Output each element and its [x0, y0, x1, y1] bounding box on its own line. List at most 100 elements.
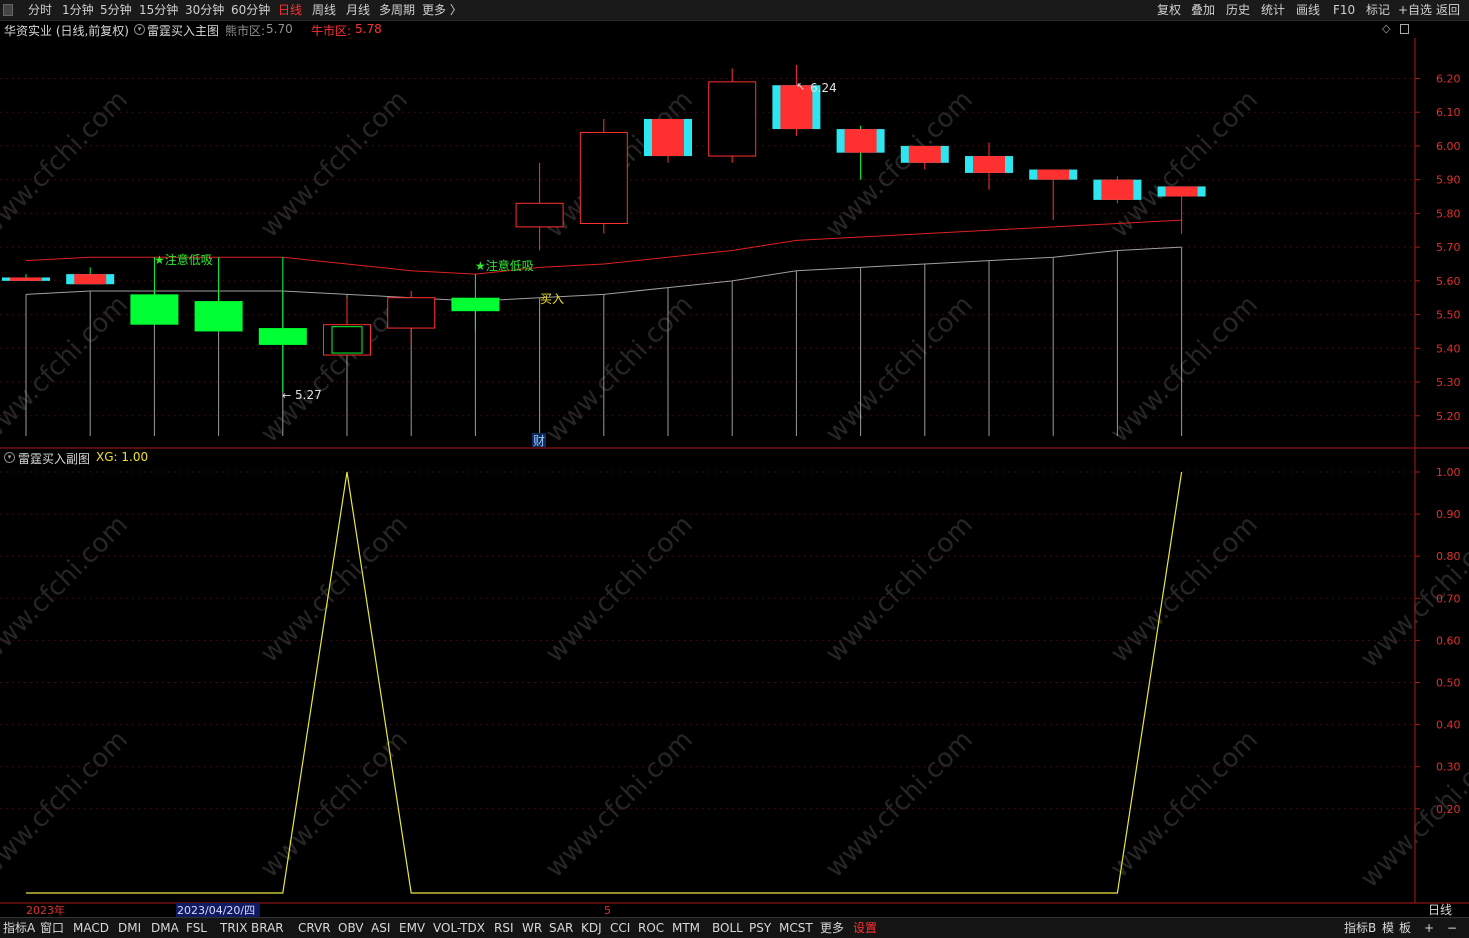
main-ytick-label: 5.60: [1436, 275, 1461, 288]
candle[interactable]: [965, 142, 1013, 436]
candle-body: [258, 328, 307, 345]
candle-body: [194, 301, 243, 332]
indicator-tab-cci[interactable]: CCI: [610, 920, 630, 936]
watermark-text: www.cfchi.com: [820, 725, 979, 884]
candle-body: [579, 131, 628, 225]
indicator-tab-trix[interactable]: TRIX: [220, 920, 247, 936]
sub-ytick-label: 0.90: [1436, 508, 1461, 521]
bottom-right-tab[interactable]: 模: [1382, 920, 1394, 936]
watermark-text: www.cfchi.com: [0, 290, 134, 449]
candle[interactable]: [900, 145, 949, 436]
sub-ytick-label: 0.50: [1436, 677, 1461, 690]
sub-ytick-label: 0.60: [1436, 634, 1461, 647]
signal-label: ★注意低吸: [154, 252, 213, 267]
main-ytick-label: 5.50: [1436, 309, 1461, 322]
watermark-text: www.cfchi.com: [255, 510, 414, 669]
low-price-label: 5.27: [295, 388, 322, 402]
watermark-text: www.cfchi.com: [540, 290, 699, 449]
candle-body: [844, 129, 877, 153]
candle-body: [74, 274, 107, 285]
indicator-tab-brar[interactable]: BRAR: [251, 920, 284, 936]
high-arrow-icon: ↖: [796, 80, 805, 93]
x-year-label: 2023年: [26, 903, 65, 917]
watermark-text: www.cfchi.com: [1105, 290, 1264, 449]
candle-body: [973, 156, 1005, 173]
indicator-tab-psy[interactable]: PSY: [749, 920, 771, 936]
signal-label: ★注意低吸: [475, 258, 534, 273]
bottom-right-tab[interactable]: 指标B: [1344, 920, 1376, 936]
sub-ytick-label: 0.40: [1436, 719, 1461, 732]
watermark-text: www.cfchi.com: [820, 290, 979, 449]
watermark-text: www.cfchi.com: [0, 85, 134, 244]
main-ytick-label: 5.70: [1436, 241, 1461, 254]
cursor-date-label: 2023/04/20/四: [177, 904, 255, 917]
kline-chart[interactable]: www.cfchi.com www.cfchi.com www.cfchi.com w…: [0, 0, 1469, 917]
indicator-tab-roc[interactable]: ROC: [638, 920, 664, 936]
window-tab[interactable]: 窗口: [40, 920, 64, 936]
indicator-tab-更多[interactable]: 更多: [820, 920, 844, 936]
watermark-text: www.cfchi.com: [540, 725, 699, 884]
indicator-tab-dmi[interactable]: DMI: [118, 920, 141, 936]
candle[interactable]: [1029, 169, 1078, 436]
candle-body: [652, 118, 684, 157]
indicator-tab-asi[interactable]: ASI: [371, 920, 390, 936]
main-ytick-label: 5.90: [1436, 174, 1461, 187]
candle[interactable]: [194, 257, 243, 436]
watermark-text: www.cfchi.com: [1105, 725, 1264, 884]
candle-body: [1165, 186, 1198, 197]
candle-body: [130, 294, 179, 325]
candle-body: [387, 297, 436, 329]
watermark-text: www.cfchi.com: [540, 510, 699, 669]
indicator-tab-boll[interactable]: BOLL: [712, 920, 743, 936]
sub-ytick-label: 0.30: [1436, 761, 1461, 774]
candle[interactable]: [644, 118, 692, 436]
indicator-tab-mtm[interactable]: MTM: [672, 920, 700, 936]
watermark-text: www.cfchi.com: [1105, 510, 1264, 669]
indicator-tab-mcst[interactable]: MCST: [779, 920, 813, 936]
indicator-tab-cr[interactable]: CR: [298, 920, 315, 936]
x-period-label: 日线: [1428, 903, 1452, 917]
candle-body: [1101, 179, 1134, 200]
bottom-right-tab[interactable]: 板: [1399, 920, 1411, 936]
indicator-tab-vr[interactable]: VR: [314, 920, 331, 936]
candle-body: [1037, 169, 1070, 180]
main-ytick-label: 5.40: [1436, 342, 1461, 355]
indicator-a-tab[interactable]: 指标A: [3, 920, 35, 936]
candle-body: [908, 145, 941, 163]
indicator-tab-rsi[interactable]: RSI: [494, 920, 514, 936]
watermark-text: www.cfchi.com: [255, 725, 414, 884]
indicator-tab-dma[interactable]: DMA: [151, 920, 179, 936]
settings-tab[interactable]: 设置: [853, 920, 877, 936]
watermark-text: www.cfchi.com: [255, 85, 414, 244]
candle-body: [515, 202, 564, 228]
bottom-right-tab[interactable]: +: [1424, 920, 1434, 936]
watermark-text: www.cfchi.com: [0, 725, 134, 884]
bottom-right-tab[interactable]: −: [1447, 920, 1457, 936]
candle-body: [10, 277, 42, 281]
main-ytick-label: 6.00: [1436, 140, 1461, 153]
indicator-tab-obv[interactable]: OBV: [338, 920, 364, 936]
candle[interactable]: [451, 274, 500, 436]
candle[interactable]: [772, 64, 821, 436]
main-ytick-label: 6.20: [1436, 72, 1461, 85]
buy-label: 买入: [540, 292, 564, 306]
sub-ytick-label: 0.20: [1436, 803, 1461, 816]
main-ytick-label: 6.10: [1436, 106, 1461, 119]
watermark-text: www.cfchi.com: [1105, 85, 1264, 244]
sub-ytick-label: 0.70: [1436, 592, 1461, 605]
indicator-tab-sar[interactable]: SAR: [549, 920, 573, 936]
indicator-tab-vol-tdx[interactable]: VOL-TDX: [433, 920, 485, 936]
low-arrow-icon: ←: [282, 389, 291, 402]
watermark-text: www.cfchi.com: [0, 510, 134, 669]
indicator-tab-macd[interactable]: MACD: [73, 920, 109, 936]
indicator-tab-kdj[interactable]: KDJ: [581, 920, 602, 936]
main-ytick-label: 5.30: [1436, 376, 1461, 389]
indicator-tab-wr[interactable]: WR: [522, 920, 542, 936]
candle-body: [451, 297, 500, 312]
candle[interactable]: [387, 290, 436, 436]
high-price-label: 6.24: [810, 81, 837, 95]
indicator-tab-emv[interactable]: EMV: [399, 920, 425, 936]
indicator-tabbar: 指标A 窗口 MACD DMI DMA FSL TRIX BRAR CR VR OBV ASI EMV V…: [0, 917, 1469, 938]
candle[interactable]: [130, 257, 179, 436]
indicator-tab-fsl[interactable]: FSL: [186, 920, 207, 936]
